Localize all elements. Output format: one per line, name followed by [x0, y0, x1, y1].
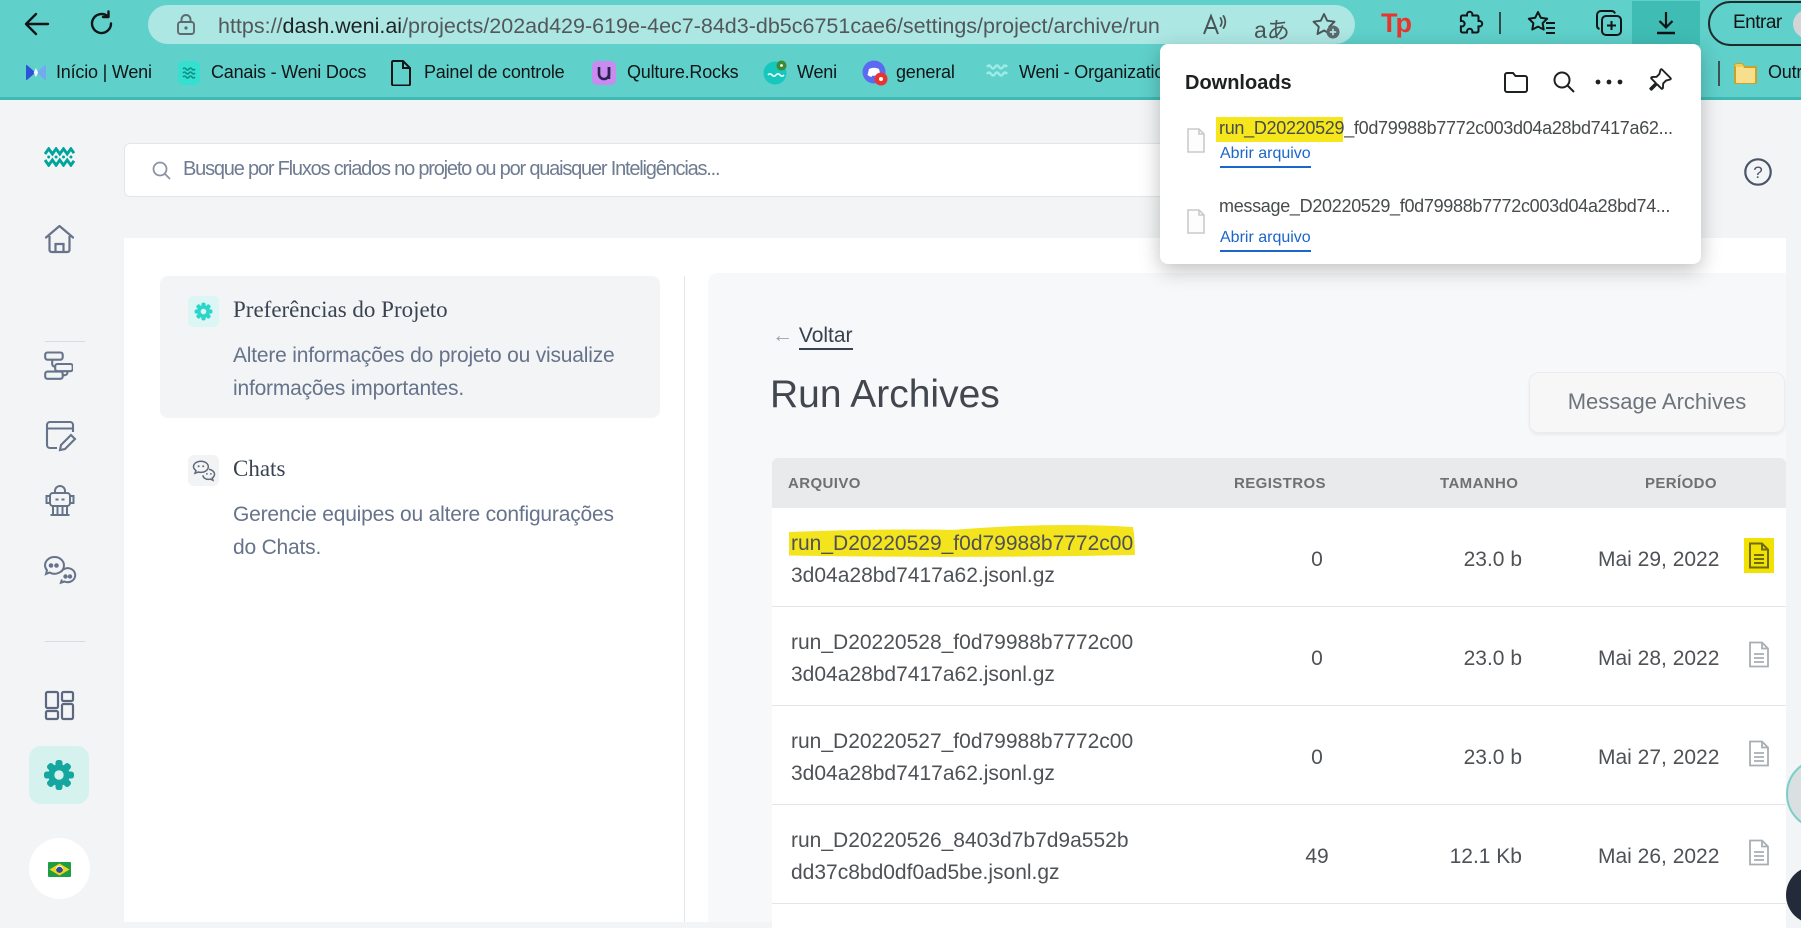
svg-text:?: ?: [1753, 163, 1762, 182]
